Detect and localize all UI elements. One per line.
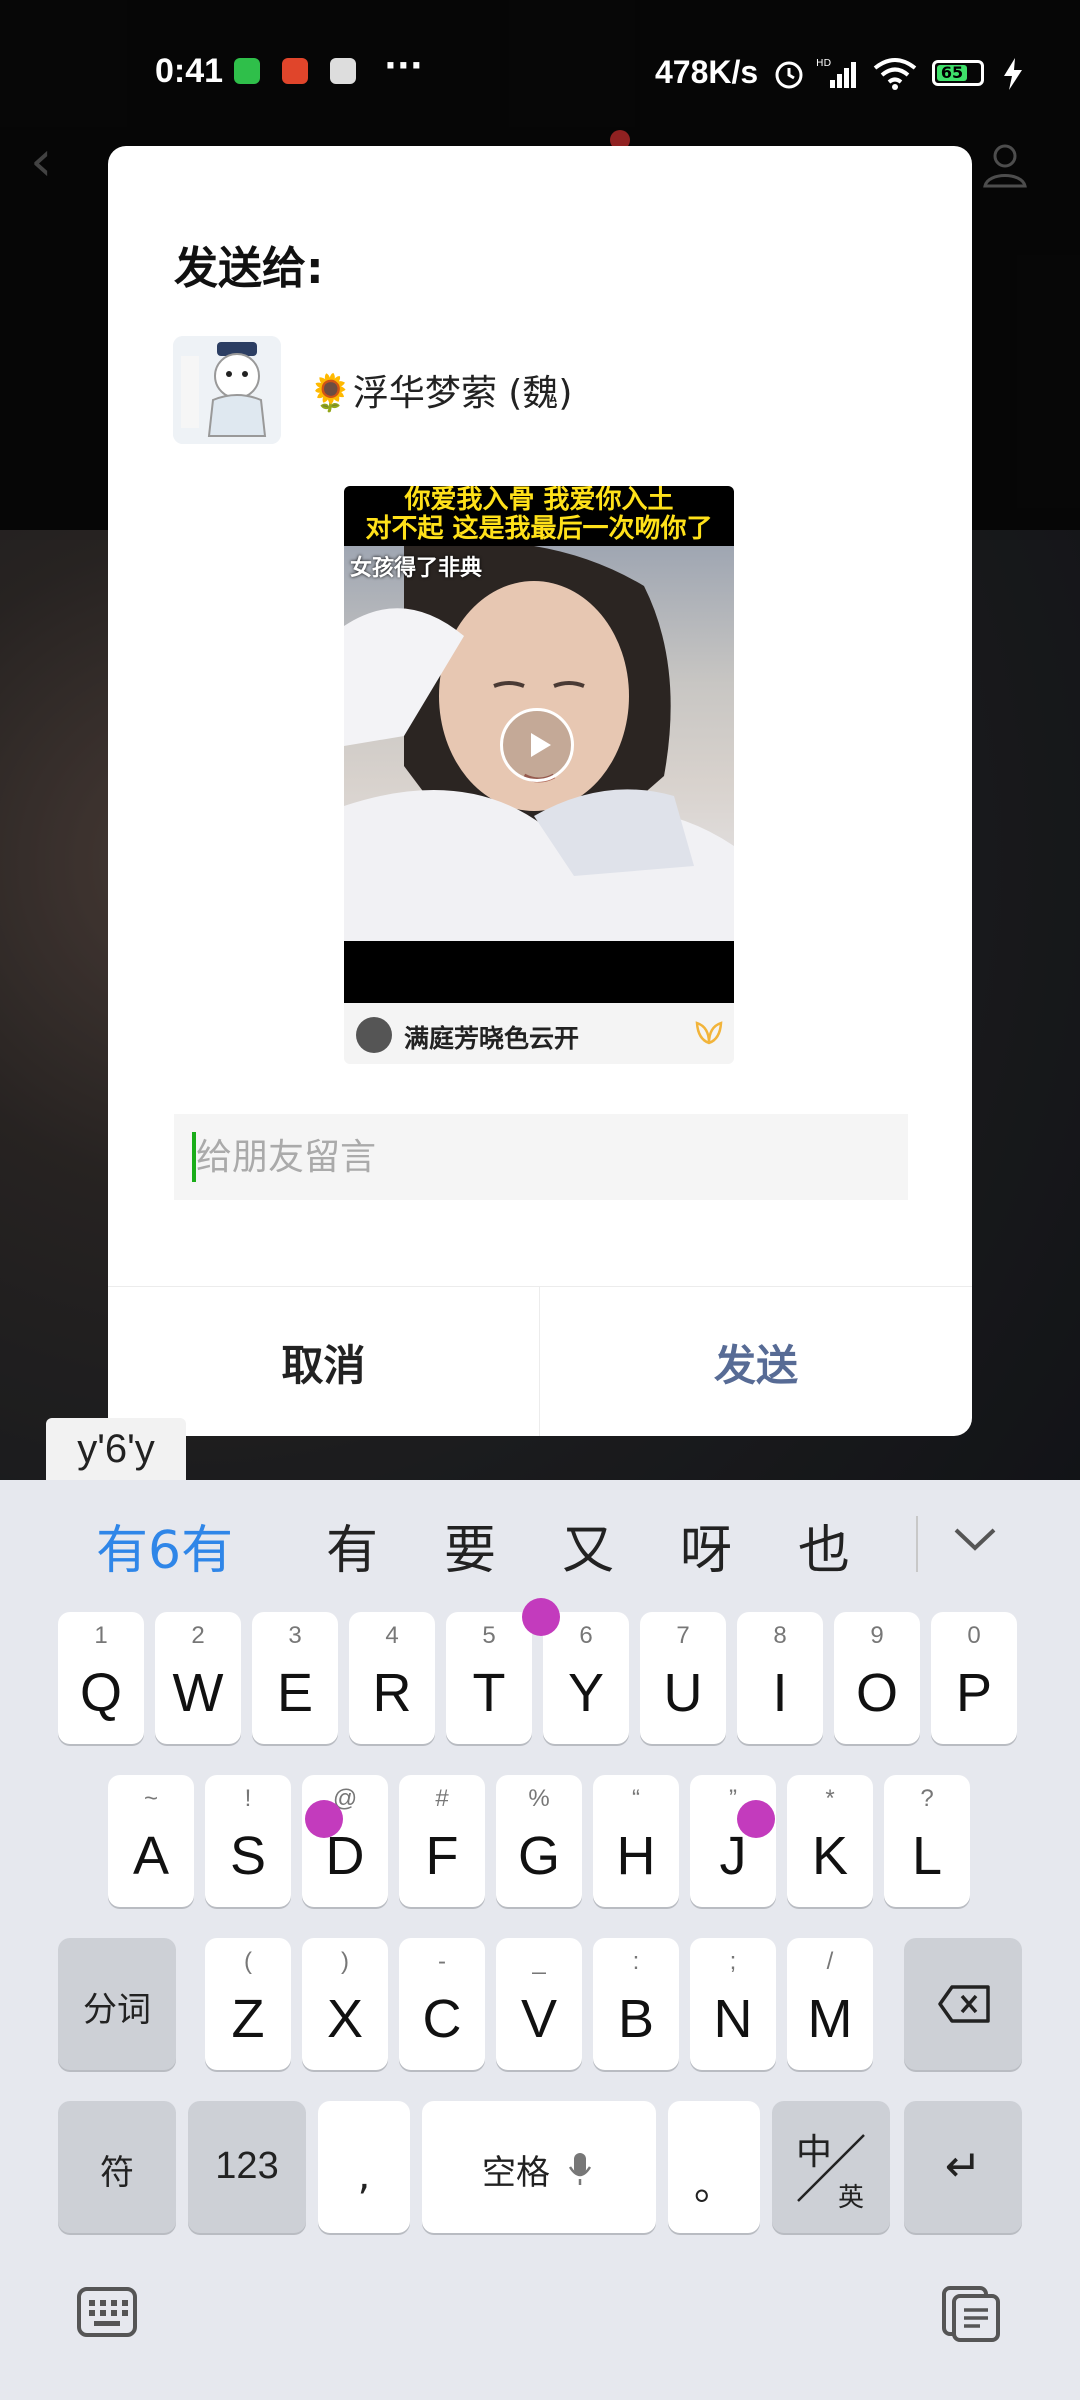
period-key[interactable]: 。 [668, 2101, 760, 2233]
key-g[interactable]: % G [496, 1775, 582, 1907]
backspace-key[interactable] [904, 1938, 1022, 2070]
author-avatar [356, 1017, 392, 1053]
battery-level: 65 [937, 65, 967, 81]
key-h[interactable]: “H [593, 1775, 679, 1907]
dialog-title: 发送给: [174, 243, 324, 294]
candidate-divider [916, 1516, 918, 1572]
video-caption-line2: 对不起 这是我最后一次吻你了 [365, 514, 713, 544]
message-input[interactable] [174, 1114, 908, 1200]
candidate-word[interactable]: 要 [444, 1508, 496, 1583]
alarm-icon [775, 61, 803, 89]
candidate-word[interactable]: 有6有 [96, 1508, 233, 1583]
video-caption-line3: 女孩得了非典 [350, 556, 483, 581]
charging-icon [1004, 58, 1022, 90]
signal-icon: HD [816, 58, 856, 88]
video-caption-line1: 你爱我入骨 我爱你入土 [404, 486, 674, 515]
key-l[interactable]: ? L [884, 1775, 970, 1907]
key-p[interactable]: 0P [931, 1612, 1017, 1744]
author-name: 满庭芳晓色云开 [404, 1024, 580, 1053]
key-d[interactable]: @ D [302, 1775, 388, 1907]
slash-icon [797, 2134, 865, 2202]
app-notification-icon [282, 58, 308, 84]
video-thumbnail[interactable]: 你爱我入骨 我爱你入土 对不起 这是我最后一次吻你了 女孩得了非典 [344, 486, 734, 1003]
clock: 0:41 [155, 52, 224, 90]
candidate-bar: 有6有 有 要 又 呀 也 [0, 1480, 1080, 1600]
chevron-down-icon[interactable] [950, 1520, 1000, 1560]
key-c[interactable]: -C [399, 1938, 485, 2070]
app-logo-icon [695, 1021, 723, 1045]
key-v[interactable]: _ V [496, 1938, 582, 2070]
key-r[interactable]: 4R [349, 1612, 435, 1744]
candidate-word[interactable]: 呀 [680, 1508, 732, 1583]
recipient-name: 🌻浮华梦萦 (魏) [308, 373, 573, 414]
share-dialog: 发送给: 🌻浮华梦萦 (魏) 你爱我入骨 我爱你入土 对不起 这是我最后一次吻你… [108, 146, 972, 1436]
key-k[interactable]: * K [787, 1775, 873, 1907]
key-i[interactable]: 8I [737, 1612, 823, 1744]
number-key[interactable]: 123 [188, 2101, 306, 2233]
battery-icon: 65 [932, 60, 984, 86]
key-x[interactable]: ) X [302, 1938, 388, 2070]
key-n[interactable]: ; N [690, 1938, 776, 2070]
svg-text:HD: HD [816, 58, 832, 69]
key-z[interactable]: (Z [205, 1938, 291, 2070]
dialog-actions: 取消 发送 [108, 1286, 972, 1436]
key-o[interactable]: 9O [834, 1612, 920, 1744]
app-notification-icon [330, 58, 356, 84]
key-s[interactable]: ! S [205, 1775, 291, 1907]
app-notification-icon [234, 58, 260, 84]
fenci-key[interactable]: 分词 [58, 1938, 176, 2070]
language-switch-key[interactable]: 中 英 [772, 2101, 890, 2233]
key-j[interactable]: ” J [690, 1775, 776, 1907]
candidate-word[interactable]: 也 [798, 1508, 850, 1583]
ime-composing-text: y'6'y [46, 1418, 186, 1480]
network-speed: 478K/s [655, 54, 759, 90]
key-b[interactable]: :B [593, 1938, 679, 2070]
video-share-card[interactable]: 你爱我入骨 我爱你入土 对不起 这是我最后一次吻你了 女孩得了非典 满庭芳晓色云… [344, 486, 734, 1064]
space-key[interactable]: 空格 [422, 2101, 656, 2233]
comma-key[interactable]: , [318, 2101, 410, 2233]
key-a[interactable]: ~ A [108, 1775, 194, 1907]
key-f[interactable]: # F [399, 1775, 485, 1907]
key-q[interactable]: 1Q [58, 1612, 144, 1744]
key-t[interactable]: 5T [446, 1612, 532, 1744]
candidate-word[interactable]: 又 [562, 1508, 614, 1583]
clipboard-icon[interactable] [940, 2284, 1002, 2344]
recipient-avatar [173, 336, 281, 444]
text-cursor [192, 1132, 196, 1182]
key-e[interactable]: 3E [252, 1612, 338, 1744]
key-w[interactable]: 2W [155, 1612, 241, 1744]
key-u[interactable]: 7U [640, 1612, 726, 1744]
candidate-word[interactable]: 有 [326, 1508, 378, 1583]
keyboard-icon[interactable] [76, 2286, 138, 2338]
send-button[interactable]: 发送 [540, 1287, 972, 1436]
play-icon[interactable] [500, 708, 574, 782]
microphone-icon [568, 2153, 592, 2185]
touch-indicator [522, 1598, 560, 1636]
status-bar: 0:41 ··· 478K/s HD 65 [0, 0, 1080, 140]
backspace-icon [938, 1985, 990, 2023]
cancel-button[interactable]: 取消 [108, 1287, 540, 1436]
video-card-footer: 满庭芳晓色云开 [344, 1003, 734, 1064]
more-notifications-icon: ··· [384, 46, 423, 86]
wifi-icon [873, 58, 917, 90]
enter-key[interactable]: ↵ [904, 2101, 1022, 2233]
touch-indicator [305, 1800, 343, 1838]
symbol-key[interactable]: 符 [58, 2101, 176, 2233]
key-m[interactable]: / M [787, 1938, 873, 2070]
key-y[interactable]: 6Y [543, 1612, 629, 1744]
touch-indicator [737, 1800, 775, 1838]
